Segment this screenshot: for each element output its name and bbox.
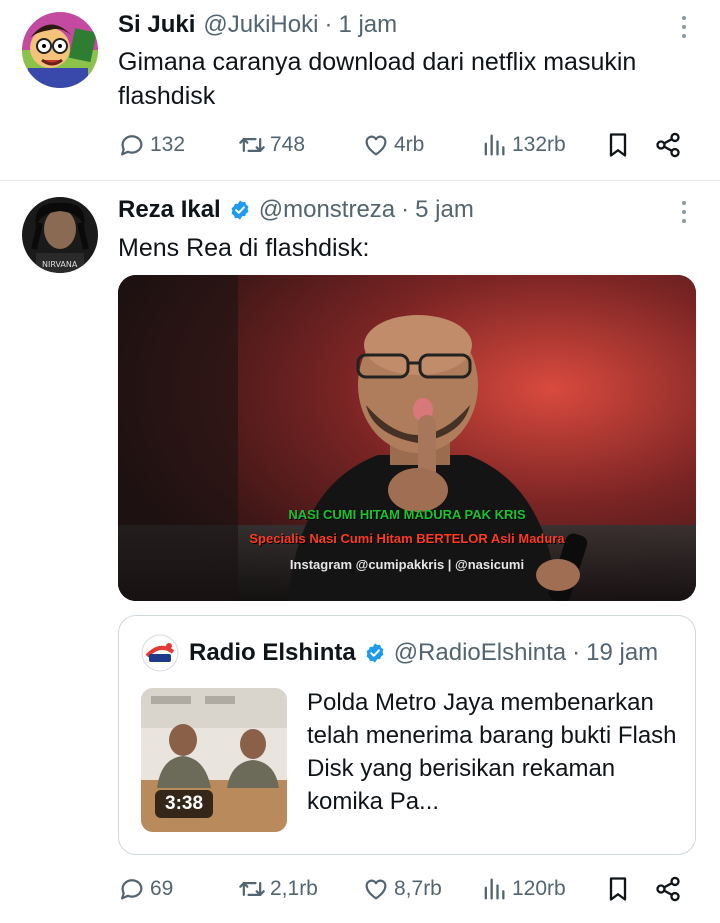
retweet-button[interactable]: 748 <box>238 127 305 163</box>
like-count: 8,7rb <box>394 877 442 900</box>
author-handle[interactable]: @JukiHoki <box>203 11 318 39</box>
tweet-actions: 69 2,1rb 8,7rb 120rb <box>118 871 692 907</box>
views-count: 132rb <box>512 133 566 156</box>
reply-count: 132 <box>150 133 186 156</box>
quoted-text: Polda Metro Jaya membenarkan telah mener… <box>307 689 677 815</box>
video-duration: 3:38 <box>155 790 214 818</box>
tweet-media-image[interactable]: NASI CUMI HITAM MADURA PAK KRIS Speciali… <box>118 275 696 601</box>
media-caption-line: Instagram @cumipakkris | @nasicumi <box>289 557 525 572</box>
timestamp[interactable]: 1 jam <box>338 11 397 39</box>
share-button[interactable] <box>654 127 682 163</box>
avatar[interactable] <box>22 12 98 88</box>
views-count: 120rb <box>512 877 566 900</box>
like-button[interactable]: 8,7rb <box>362 871 442 907</box>
views-button[interactable]: 120rb <box>480 871 566 907</box>
quoted-tweet[interactable]: Radio Elshinta @RadioElshinta · 19 jam 3… <box>118 615 696 855</box>
tweet-header: Si Juki @JukiHoki · 1 jam <box>118 9 660 41</box>
reply-icon <box>118 131 146 159</box>
views-icon <box>480 131 508 159</box>
tweet-text: Gimana caranya download dari netflix mas… <box>118 48 637 110</box>
retweet-count: 2,1rb <box>270 877 318 900</box>
retweet-count: 748 <box>270 133 306 156</box>
quoted-author-name[interactable]: Radio Elshinta <box>189 639 356 667</box>
bookmark-icon <box>604 131 632 159</box>
quoted-timestamp[interactable]: 19 jam <box>586 639 658 667</box>
tweet[interactable]: NIRVANA Reza Ikal @monstreza · 5 jam Men… <box>0 181 720 923</box>
retweet-button[interactable]: 2,1rb <box>238 871 318 907</box>
tweet-header: Reza Ikal @monstreza · 5 jam <box>118 194 660 226</box>
retweet-icon <box>238 875 266 903</box>
bookmark-icon <box>604 875 632 903</box>
share-button[interactable] <box>654 871 682 907</box>
more-icon[interactable] <box>674 11 694 43</box>
media-caption-line: Specialis Nasi Cumi Hitam BERTELOR Asli … <box>249 531 565 546</box>
reply-button[interactable]: 69 <box>118 871 173 907</box>
svg-text:NIRVANA: NIRVANA <box>42 260 78 269</box>
share-icon <box>654 875 682 903</box>
reply-count: 69 <box>150 877 174 900</box>
tweet-text: Mens Rea di flashdisk: <box>118 234 370 262</box>
share-icon <box>654 131 682 159</box>
tweet-actions: 132 748 4rb 132rb <box>118 127 692 163</box>
author-name[interactable]: Reza Ikal <box>118 196 221 224</box>
quoted-avatar[interactable] <box>141 634 179 672</box>
like-icon <box>362 131 390 159</box>
verified-icon <box>364 642 386 664</box>
like-button[interactable]: 4rb <box>362 127 424 163</box>
bookmark-button[interactable] <box>604 127 632 163</box>
reply-button[interactable]: 132 <box>118 127 185 163</box>
tweet[interactable]: Si Juki @JukiHoki · 1 jam Gimana caranya… <box>0 0 720 181</box>
separator-dot: · <box>572 639 581 666</box>
reply-icon <box>118 875 146 903</box>
views-button[interactable]: 132rb <box>480 127 566 163</box>
author-handle[interactable]: @monstreza <box>259 196 395 224</box>
separator-dot: · <box>401 196 410 223</box>
verified-icon <box>229 199 251 221</box>
retweet-icon <box>238 131 266 159</box>
avatar[interactable]: NIRVANA <box>22 197 98 273</box>
media-caption-line: NASI CUMI HITAM MADURA PAK KRIS <box>288 507 526 522</box>
quoted-video-thumbnail[interactable]: 3:38 <box>141 688 287 832</box>
timestamp[interactable]: 5 jam <box>415 196 474 224</box>
like-icon <box>362 875 390 903</box>
views-icon <box>480 875 508 903</box>
quoted-header: Radio Elshinta @RadioElshinta · 19 jam <box>189 636 681 670</box>
like-count: 4rb <box>394 133 425 156</box>
more-icon[interactable] <box>674 196 694 228</box>
author-name[interactable]: Si Juki <box>118 11 195 39</box>
quoted-author-handle[interactable]: @RadioElshinta <box>394 639 566 667</box>
separator-dot: · <box>324 11 333 38</box>
bookmark-button[interactable] <box>604 871 632 907</box>
